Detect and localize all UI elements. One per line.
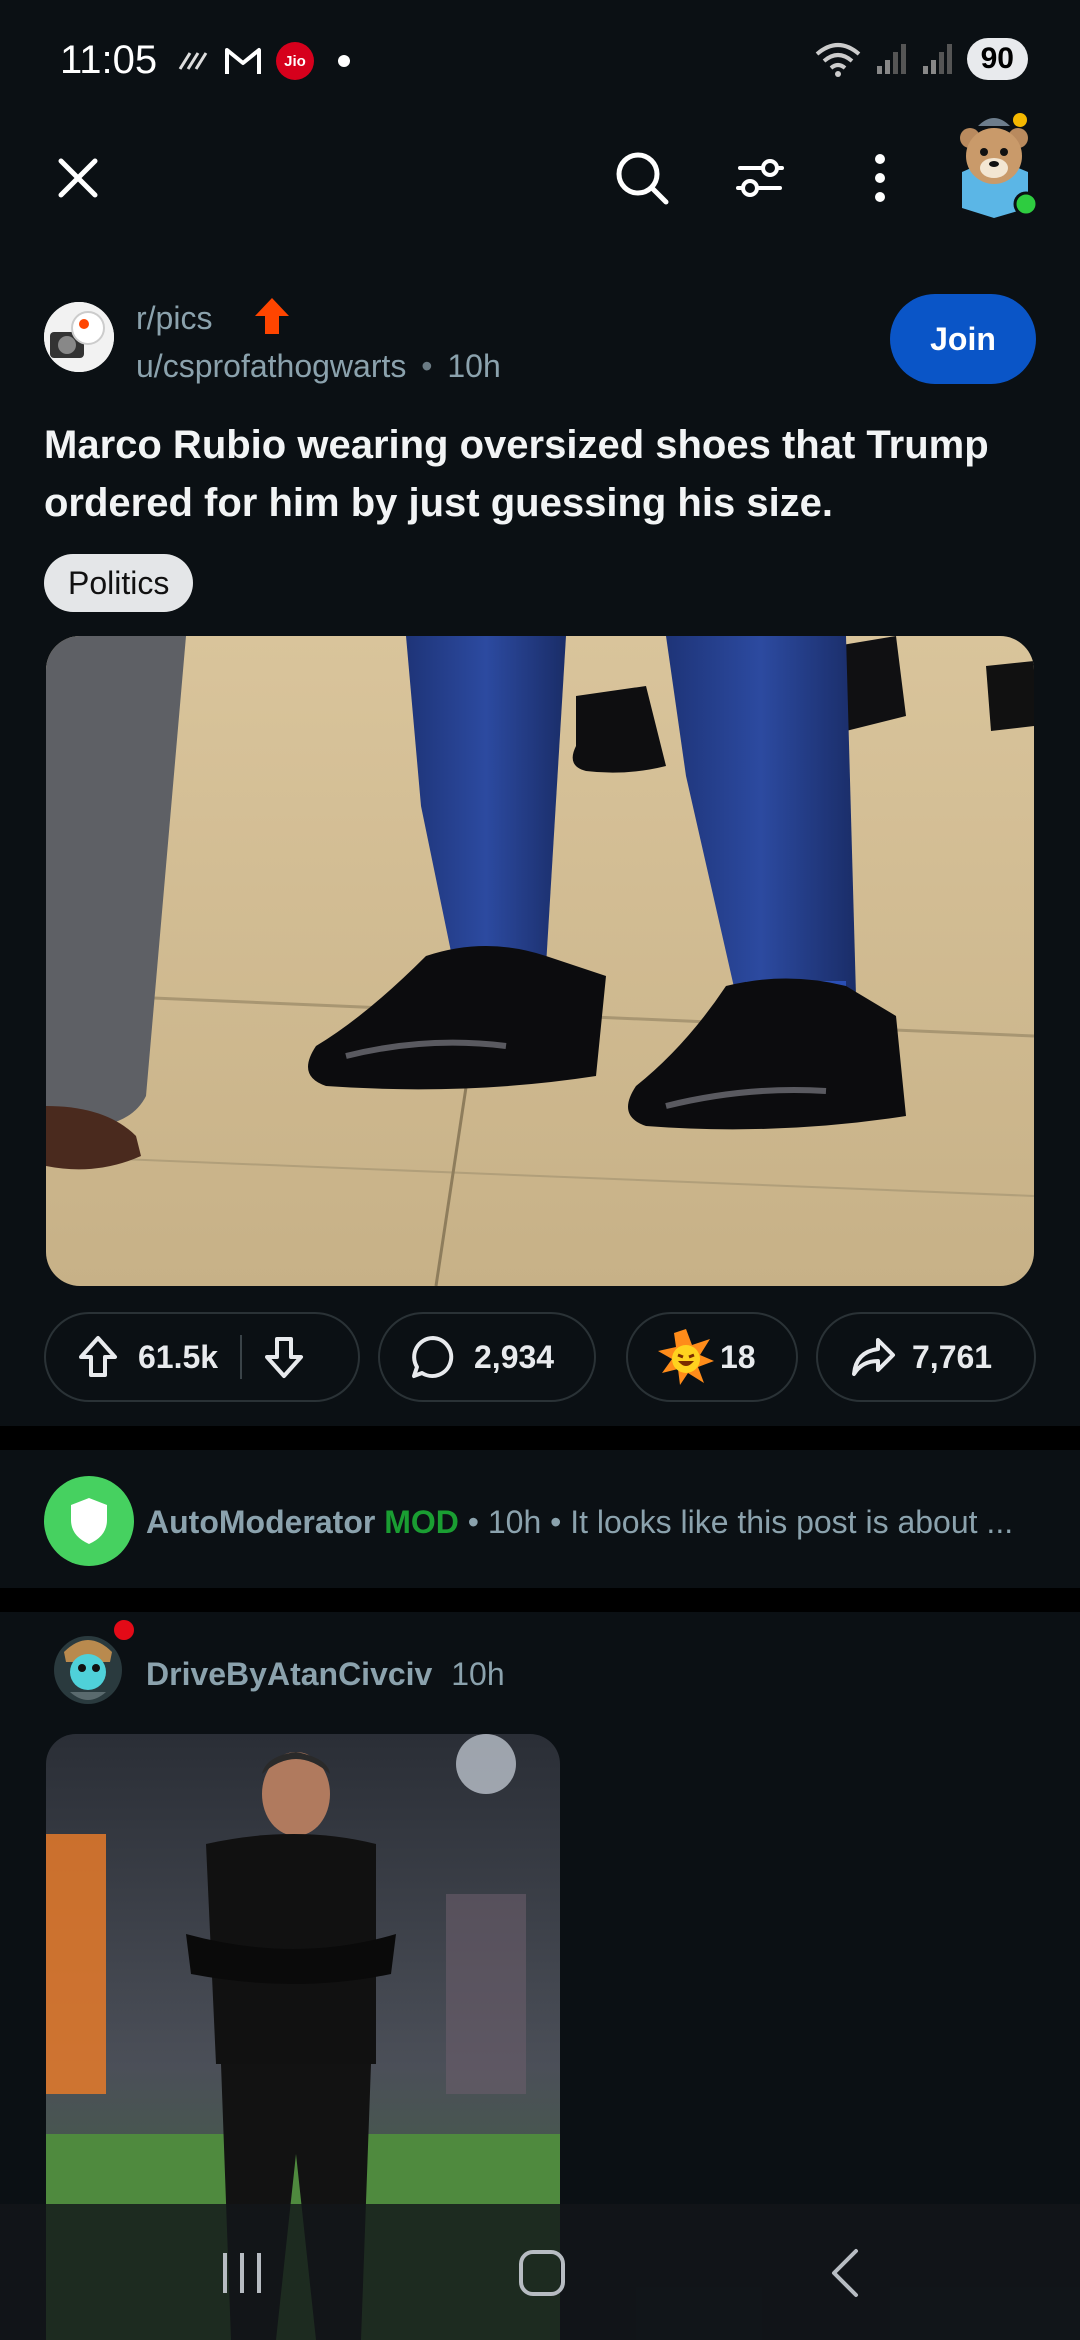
close-button[interactable] bbox=[46, 146, 110, 210]
filter-icon bbox=[736, 159, 784, 197]
award-button[interactable]: 18 bbox=[626, 1312, 798, 1402]
comments-button[interactable]: 2,934 bbox=[378, 1312, 596, 1402]
user-avatar[interactable] bbox=[948, 108, 1040, 218]
recent-apps-button[interactable] bbox=[202, 2238, 282, 2308]
comment-count: 2,934 bbox=[474, 1338, 555, 1375]
data-transfer-icon bbox=[178, 52, 208, 70]
share-count: 7,761 bbox=[912, 1338, 993, 1375]
downvote-icon[interactable] bbox=[264, 1335, 304, 1379]
meta-separator: • bbox=[421, 348, 433, 384]
shield-icon bbox=[71, 1498, 107, 1544]
bear-avatar-icon bbox=[960, 113, 1039, 218]
home-icon bbox=[519, 2250, 565, 2296]
laughing-award-icon bbox=[658, 1329, 714, 1385]
share-button[interactable]: 7,761 bbox=[816, 1312, 1036, 1402]
close-icon bbox=[58, 158, 98, 198]
comment-username[interactable]: DriveByAtanCivciv bbox=[146, 1656, 432, 1692]
subreddit-icon bbox=[44, 302, 114, 372]
flag-badge-icon bbox=[112, 1618, 136, 1642]
comment-meta: DriveByAtanCivciv 10h bbox=[146, 1656, 505, 1693]
search-button[interactable] bbox=[610, 146, 674, 210]
notification-dot-icon bbox=[338, 55, 350, 67]
gmail-icon bbox=[225, 48, 261, 74]
comment-icon bbox=[412, 1336, 454, 1378]
trending-up-icon bbox=[255, 298, 289, 334]
system-nav-bar bbox=[0, 2204, 1080, 2340]
automod-avatar bbox=[44, 1476, 134, 1566]
signal-1-icon bbox=[876, 44, 906, 74]
section-divider bbox=[0, 1426, 1080, 1450]
post-top-bar bbox=[0, 124, 1080, 228]
sort-filter-button[interactable] bbox=[728, 146, 792, 210]
post-flair[interactable]: Politics bbox=[44, 554, 194, 612]
vote-control: 61.5k bbox=[44, 1312, 360, 1402]
home-button[interactable] bbox=[502, 2238, 582, 2308]
search-icon bbox=[616, 152, 669, 205]
more-options-button[interactable] bbox=[848, 146, 912, 210]
status-left-icons: Jio bbox=[176, 42, 350, 80]
post-author[interactable]: u/csprofathogwarts bbox=[136, 348, 406, 384]
recent-apps-icon bbox=[223, 2253, 261, 2293]
back-button[interactable] bbox=[806, 2238, 886, 2308]
join-button[interactable]: Join bbox=[890, 294, 1036, 384]
post-title: Marco Rubio wearing oversized shoes that… bbox=[44, 423, 989, 525]
jio-icon: Jio bbox=[276, 42, 314, 80]
post-image[interactable] bbox=[46, 636, 1034, 1286]
automod-summary: AutoModerator MOD • 10h • It looks like … bbox=[146, 1504, 1046, 1541]
more-options-icon bbox=[875, 154, 885, 202]
subreddit-name[interactable]: r/pics bbox=[136, 300, 212, 337]
section-divider bbox=[0, 1588, 1080, 1612]
commenter-avatar[interactable] bbox=[50, 1618, 136, 1708]
back-icon bbox=[832, 2249, 858, 2297]
post-author-line: u/csprofathogwarts • 10h bbox=[136, 348, 501, 385]
subreddit-avatar[interactable] bbox=[44, 302, 114, 372]
post-header: r/pics u/csprofathogwarts • 10h Join bbox=[44, 290, 1036, 390]
automod-comment-collapsed[interactable]: AutoModerator MOD • 10h • It looks like … bbox=[0, 1460, 1080, 1580]
comment-header: DriveByAtanCivciv 10h bbox=[44, 1610, 944, 1720]
status-right-icons: 90 bbox=[813, 38, 1028, 80]
automod-preview: It looks like this post is about ... bbox=[570, 1504, 1014, 1540]
automod-name[interactable]: AutoModerator bbox=[146, 1504, 375, 1540]
award-count: 18 bbox=[720, 1338, 756, 1375]
upvote-count: 61.5k bbox=[138, 1338, 219, 1375]
post-action-bar: 61.5k 2,934 18 7,761 bbox=[44, 1312, 1036, 1402]
battery-indicator: 90 bbox=[966, 38, 1028, 80]
vote-divider bbox=[240, 1335, 243, 1379]
wifi-icon bbox=[815, 43, 860, 77]
comment-age: 10h bbox=[451, 1656, 505, 1692]
mod-badge: MOD bbox=[384, 1504, 459, 1540]
status-time: 11:05 bbox=[60, 38, 158, 82]
shoes-photo bbox=[46, 636, 1034, 1286]
share-icon bbox=[852, 1338, 895, 1376]
upvote-icon[interactable] bbox=[78, 1335, 118, 1379]
post-age: 10h bbox=[447, 348, 501, 384]
status-bar: 11:05 Jio 90 bbox=[0, 0, 1080, 124]
automod-age: • 10h • bbox=[467, 1504, 562, 1540]
signal-2-icon bbox=[922, 44, 952, 74]
